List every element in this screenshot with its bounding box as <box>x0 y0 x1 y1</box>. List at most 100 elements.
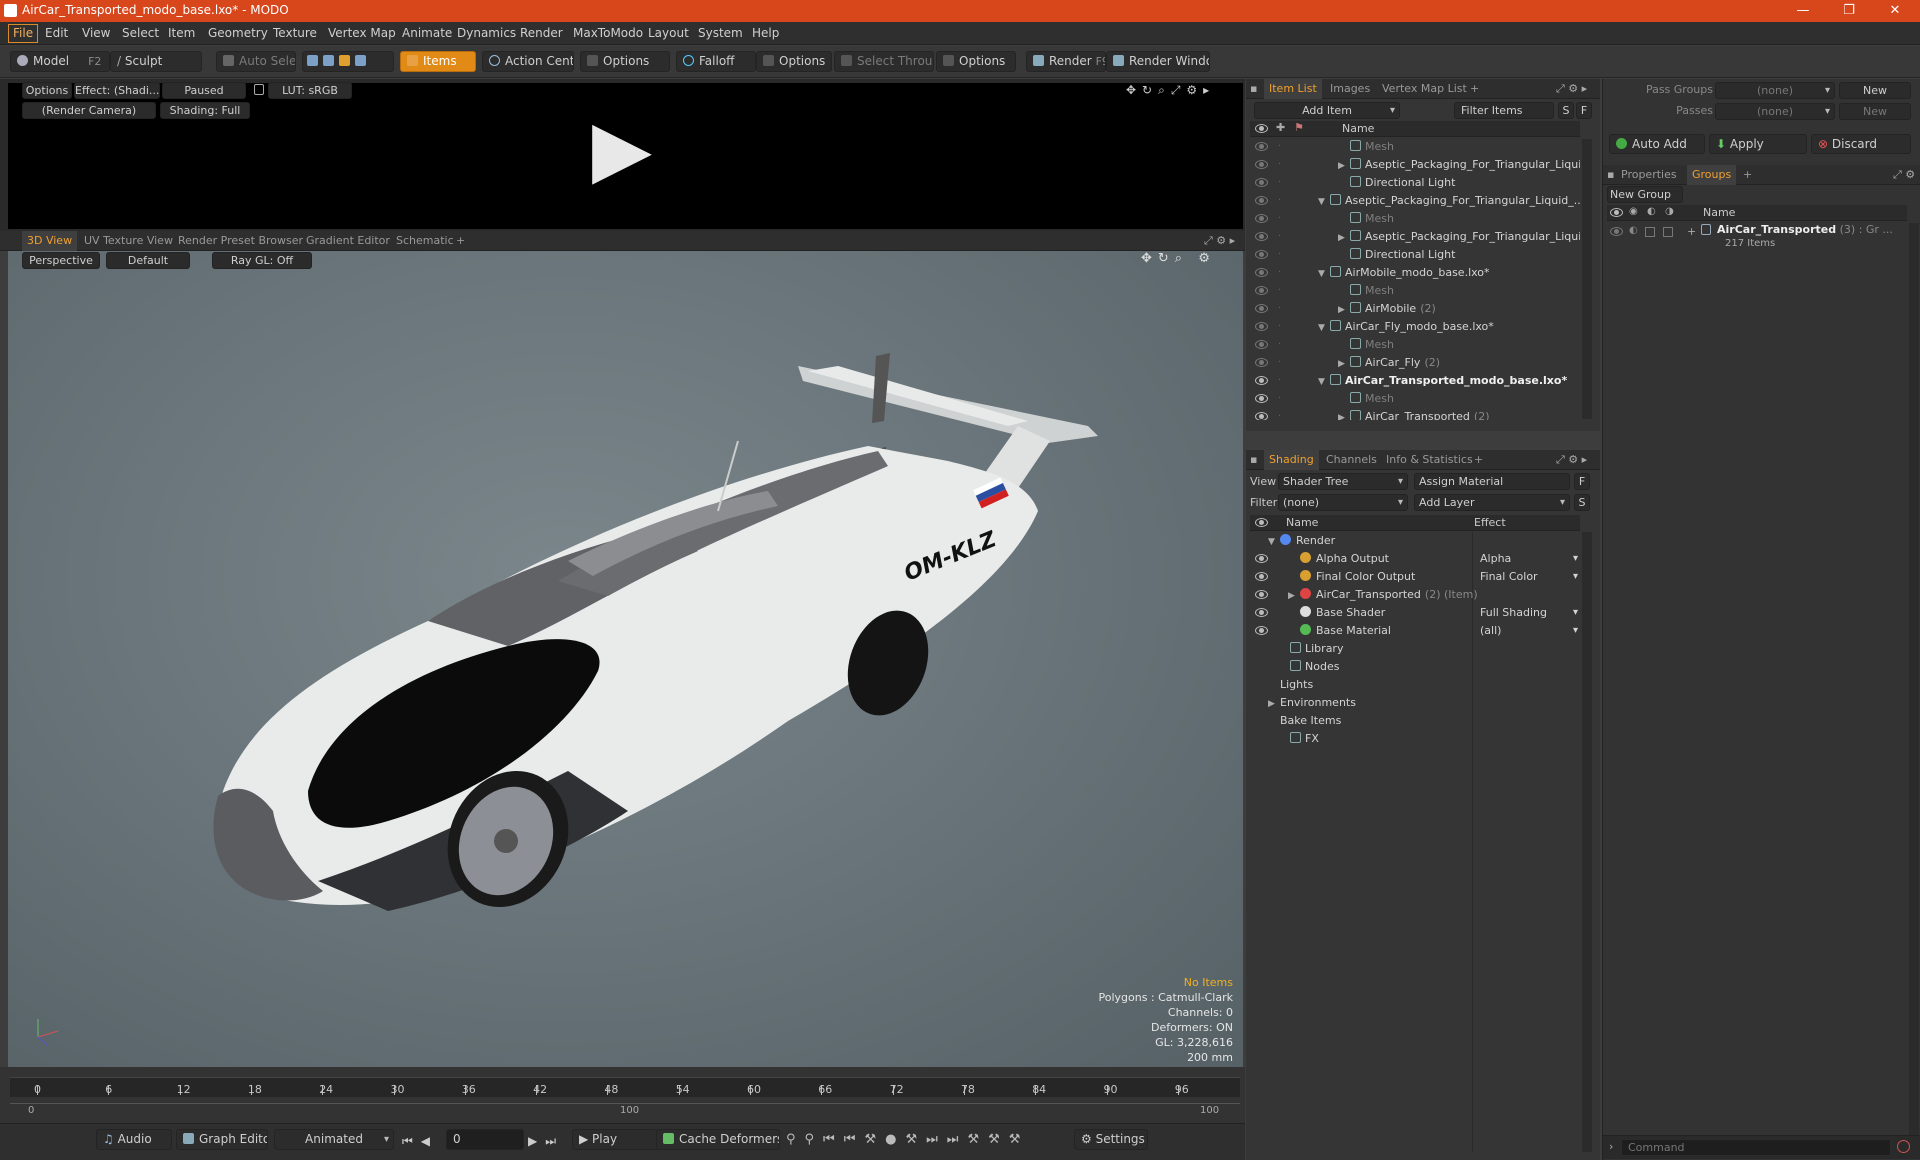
tab-groups[interactable]: Groups <box>1687 165 1737 185</box>
menu-animate[interactable]: Animate <box>402 26 452 40</box>
lock-column-icon[interactable]: ✚ <box>1276 121 1285 134</box>
item-list-row[interactable]: · Mesh <box>1250 138 1580 156</box>
visibility-toggle[interactable] <box>1255 232 1268 241</box>
lock-toggle[interactable]: · <box>1278 336 1281 354</box>
select-toggle[interactable] <box>1663 227 1673 237</box>
timeline[interactable]: 0 6 12 18 24 30 36 42 48 54 60 66 72 78 84 90 96 0 100 100 <box>0 1067 1245 1123</box>
falloff-options-button[interactable]: Options <box>756 51 832 72</box>
item-list-entry[interactable]: Directional Light <box>1338 174 1455 192</box>
panel-options-icons[interactable]: ⤢ ⚙ ▸ <box>1556 453 1587 467</box>
visibility-toggle[interactable] <box>1255 304 1268 313</box>
menu-maxtomodo[interactable]: MaxToModo <box>573 26 643 40</box>
visibility-toggle[interactable] <box>1255 250 1268 259</box>
menu-layout[interactable]: Layout <box>648 26 689 40</box>
render-button[interactable]: Render F9 <box>1026 51 1106 72</box>
menu-dynamics[interactable]: Dynamics <box>457 26 516 40</box>
visibility-toggle[interactable] <box>1255 160 1268 169</box>
shading-s-button[interactable]: S <box>1574 494 1590 511</box>
menu-geometry[interactable]: Geometry <box>208 26 268 40</box>
item-list-entry[interactable]: ▶ Aseptic_Packaging_For_Triangular_Liqui.… <box>1338 156 1580 175</box>
effect-dropdown[interactable]: Alpha ▾ <box>1476 550 1580 568</box>
item-list-row[interactable]: · ▶ Aseptic_Packaging_For_Triangular_Liqui… <box>1250 228 1580 246</box>
visibility-toggle[interactable] <box>1255 376 1268 385</box>
tab-properties[interactable]: Properties <box>1621 168 1677 181</box>
menu-view[interactable]: View <box>82 26 110 40</box>
menu-select[interactable]: Select <box>122 26 159 40</box>
visibility-toggle[interactable] <box>1255 196 1268 205</box>
shader-tree-entry[interactable]: Base Shader <box>1288 604 1385 622</box>
shader-tree-row[interactable]: Base Material (all) ▾ <box>1250 622 1580 640</box>
item-list-entry[interactable]: ▼ Aseptic_Packaging_For_Triangular_Liquid… <box>1318 192 1580 211</box>
edges-icon[interactable] <box>323 55 334 66</box>
item-list-row[interactable]: · ▶ AirCar_Transported (2) <box>1250 408 1580 420</box>
lock-column-icon[interactable]: ◐ <box>1647 206 1656 217</box>
shader-tree-entry[interactable]: ▼ Render <box>1268 532 1335 551</box>
group-row[interactable]: ◐ + AirCar_Transported (3) : Gr ... 217 … <box>1607 223 1907 257</box>
name-column-header[interactable]: Name <box>1342 122 1374 135</box>
item-list-entry[interactable]: ▼ AirMobile_modo_base.lxo* <box>1318 264 1490 283</box>
filter-f-button[interactable]: F <box>1576 102 1592 119</box>
current-frame-input[interactable]: 0 <box>446 1129 524 1150</box>
tab-vertex-map-list[interactable]: Vertex Map List <box>1382 82 1467 95</box>
add-tab-button[interactable]: + <box>1470 82 1479 95</box>
render-camera-dropdown[interactable]: (Render Camera) <box>22 102 156 119</box>
add-tab-button[interactable]: + <box>1474 453 1483 466</box>
expand-icon[interactable]: + <box>1687 225 1696 238</box>
visibility-toggle[interactable] <box>1255 572 1268 581</box>
aircar-model[interactable]: OM-KLZ <box>8 251 1243 1067</box>
materials-icon[interactable] <box>355 55 366 66</box>
visibility-toggle[interactable] <box>1255 142 1268 151</box>
item-list-row[interactable]: · ▼ AirCar_Fly_modo_base.lxo* <box>1250 318 1580 336</box>
add-item-dropdown[interactable]: Add Item <box>1254 102 1400 119</box>
minimize-button[interactable]: — <box>1780 0 1826 22</box>
shader-tree-entry[interactable]: FX <box>1278 730 1319 748</box>
add-layer-dropdown[interactable]: Add Layer <box>1414 494 1570 511</box>
shader-tree-entry[interactable]: Final Color Output <box>1288 568 1415 586</box>
effect-dropdown[interactable]: Final Color ▾ <box>1476 568 1580 586</box>
viewport-expand-icon[interactable]: ⤢ ⚙ ▸ <box>1204 234 1235 248</box>
shader-tree-entry[interactable]: ▶ AirCar_Transported (2) (Item) <box>1288 586 1478 605</box>
tab-schematic[interactable]: Schematic <box>396 234 454 247</box>
visibility-toggle[interactable] <box>1255 268 1268 277</box>
new-pass-group-button[interactable]: New <box>1839 82 1911 99</box>
shader-tree-entry[interactable]: Alpha Output <box>1288 550 1389 568</box>
visibility-toggle[interactable] <box>1255 554 1268 563</box>
lock-toggle[interactable]: · <box>1278 372 1281 390</box>
tab-gradient-editor[interactable]: Gradient Editor <box>306 234 390 247</box>
item-list-row[interactable]: · Mesh <box>1250 336 1580 354</box>
visibility-column-icon[interactable] <box>1255 518 1268 527</box>
auto-select-button[interactable]: Auto Select <box>216 51 296 72</box>
shader-tree-row[interactable]: Nodes <box>1250 658 1580 676</box>
shader-tree-row[interactable]: FX <box>1250 730 1580 748</box>
shader-tree-scrollbar[interactable] <box>1582 532 1592 1152</box>
item-list-row[interactable]: · Mesh <box>1250 210 1580 228</box>
vertices-icon[interactable] <box>307 55 318 66</box>
collapse-arrow-icon[interactable]: ▼ <box>1318 319 1330 337</box>
lock-toggle[interactable]: · <box>1278 264 1281 282</box>
tab-channels[interactable]: Channels <box>1326 453 1377 466</box>
lock-toggle[interactable]: · <box>1278 246 1281 264</box>
shading-dropdown[interactable]: Shading: Full <box>160 102 250 119</box>
item-list-entry[interactable]: Directional Light <box>1338 246 1455 264</box>
item-list-entry[interactable]: Mesh <box>1338 336 1394 354</box>
preview-nav-icons[interactable]: ✥↻⌕⤢⚙▸ <box>1126 83 1215 98</box>
model-mode-button[interactable]: Model F2 <box>10 51 110 72</box>
item-list-scrollbar[interactable] <box>1582 139 1592 419</box>
groups-scrollbar[interactable] <box>1909 223 1919 1143</box>
graph-editor-button[interactable]: Graph Editor <box>176 1129 268 1150</box>
shader-tree-entry[interactable]: Library <box>1278 640 1343 658</box>
items-mode-button[interactable]: Items <box>400 51 476 72</box>
item-list-row[interactable]: · Mesh <box>1250 282 1580 300</box>
command-input[interactable] <box>1621 1139 1891 1156</box>
collapse-arrow-icon[interactable]: ▼ <box>1318 373 1330 391</box>
lock-toggle[interactable]: · <box>1278 390 1281 408</box>
item-list-entry[interactable]: Mesh <box>1338 210 1394 228</box>
preview-options-button[interactable]: Options <box>22 82 72 99</box>
effect-dropdown[interactable]: (all) ▾ <box>1476 622 1580 640</box>
visibility-column-icon[interactable] <box>1255 124 1268 133</box>
visibility-toggle[interactable] <box>1255 214 1268 223</box>
expand-arrow-icon[interactable]: ▶ <box>1338 229 1350 247</box>
shader-tree-row[interactable]: Final Color Output Final Color ▾ <box>1250 568 1580 586</box>
expand-arrow-icon[interactable]: ▶ <box>1338 301 1350 319</box>
select-through-options-button[interactable]: Options <box>936 51 1016 72</box>
